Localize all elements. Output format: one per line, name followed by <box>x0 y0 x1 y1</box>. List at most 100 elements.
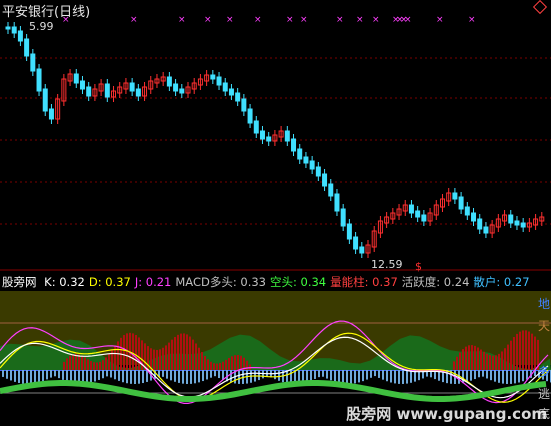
volume-bar <box>222 361 224 370</box>
volume-bar <box>204 355 206 370</box>
volume-bar <box>84 357 86 370</box>
candle-body <box>222 82 228 92</box>
candle-body <box>421 214 427 222</box>
indicator-value-1: D: 0.37 <box>88 275 131 289</box>
candle-body <box>322 173 328 187</box>
volume-bar <box>108 353 110 370</box>
candle-body <box>415 210 421 218</box>
activity-bar <box>278 370 280 381</box>
activity-bar <box>10 370 12 381</box>
volume-bar <box>90 361 92 370</box>
activity-bar <box>502 370 504 384</box>
volume-bar <box>207 359 209 370</box>
candle-body <box>266 136 272 142</box>
volume-bar <box>135 335 137 370</box>
volume-bar <box>465 346 467 370</box>
activity-bar <box>2 370 4 377</box>
activity-bar <box>398 370 400 384</box>
volume-bar <box>153 349 155 370</box>
activity-bar <box>22 370 24 384</box>
volume-bar <box>189 336 191 370</box>
activity-bar <box>366 370 368 380</box>
volume-bar <box>210 361 212 370</box>
candle-body <box>241 98 247 112</box>
activity-bar <box>26 370 28 384</box>
activity-bar <box>238 370 240 384</box>
activity-bar <box>190 370 192 384</box>
volume-bar <box>111 349 113 370</box>
volume-bar <box>489 355 491 370</box>
candle-body <box>291 138 297 152</box>
activity-bar <box>114 370 116 380</box>
activity-bar <box>206 370 208 380</box>
activity-bar <box>334 370 336 382</box>
volume-bar <box>66 358 68 370</box>
volume-bar <box>105 357 107 370</box>
candle-body <box>346 223 352 240</box>
volume-bar <box>516 333 518 370</box>
volume-bar <box>117 341 119 370</box>
candle-body <box>73 73 79 84</box>
volume-bar <box>468 345 470 370</box>
candle-body <box>483 226 489 234</box>
signal-marker: × <box>468 15 476 25</box>
activity-bar <box>394 370 396 384</box>
activity-bar <box>118 370 120 381</box>
volume-bar <box>201 352 203 370</box>
indicator-values: K: 0.32 D: 0.37 J: 0.21 MACD多头: 0.33 空头: 0.3… <box>44 275 533 289</box>
signal-marker: × <box>286 15 294 25</box>
candle-body <box>359 246 365 254</box>
candle-body <box>104 83 110 98</box>
volume-bar <box>453 361 455 370</box>
signal-marker: × <box>226 15 234 25</box>
activity-bar <box>146 370 148 382</box>
indicator-panel[interactable]: 股旁网 K: 0.32 D: 0.37 J: 0.21 MACD多头: 0.33 空头:… <box>0 273 551 426</box>
candle-body <box>520 222 526 228</box>
indicator-name: 股旁网 <box>2 275 37 289</box>
volume-bar <box>522 330 524 370</box>
candle-body <box>36 68 42 92</box>
indicator-value-6: 活跃度: 0.24 <box>401 275 470 289</box>
activity-bar <box>362 370 364 382</box>
candle-body <box>309 160 315 170</box>
candlestick-chart: ×××××××××××××××××$▶ <box>0 15 551 272</box>
activity-bar <box>478 370 480 378</box>
volume-bar <box>486 353 488 370</box>
volume-bar <box>159 349 161 370</box>
activity-bar <box>262 370 264 379</box>
volume-bar <box>63 361 65 370</box>
activity-bar <box>354 370 356 384</box>
candle-body <box>514 220 520 226</box>
activity-bar <box>310 370 312 381</box>
activity-bar <box>46 370 48 380</box>
activity-bar <box>506 370 508 384</box>
activity-bar <box>14 370 16 382</box>
activity-bar <box>198 370 200 383</box>
candlestick-panel[interactable]: ×××××××××××××××××$▶ 平安银行(日线) 5.99 12.59 <box>0 0 551 272</box>
volume-bar <box>477 347 479 370</box>
activity-bar <box>166 370 168 379</box>
activity-bar <box>126 370 128 384</box>
activity-bar <box>382 370 384 380</box>
volume-bar <box>168 342 170 370</box>
candle-body <box>508 214 514 224</box>
volume-bar <box>186 334 188 370</box>
candle-body <box>17 30 23 42</box>
activity-bar <box>178 370 180 383</box>
volume-bar <box>216 363 218 370</box>
activity-bar <box>142 370 144 384</box>
activity-bar <box>406 370 408 384</box>
candle-body <box>42 88 48 112</box>
activity-bar <box>138 370 140 384</box>
candle-body <box>340 208 346 227</box>
volume-bar <box>213 363 215 370</box>
candle-body <box>458 196 464 210</box>
volume-bar <box>180 333 182 370</box>
activity-bar <box>402 370 404 384</box>
activity-bar <box>258 370 260 381</box>
indicator-value-4: 空头: 0.34 <box>269 275 327 289</box>
activity-bar <box>218 370 220 379</box>
buy-signal-icon: $ <box>415 260 422 272</box>
signal-marker: × <box>254 15 262 25</box>
high-price-label: 5.99 <box>29 20 54 33</box>
